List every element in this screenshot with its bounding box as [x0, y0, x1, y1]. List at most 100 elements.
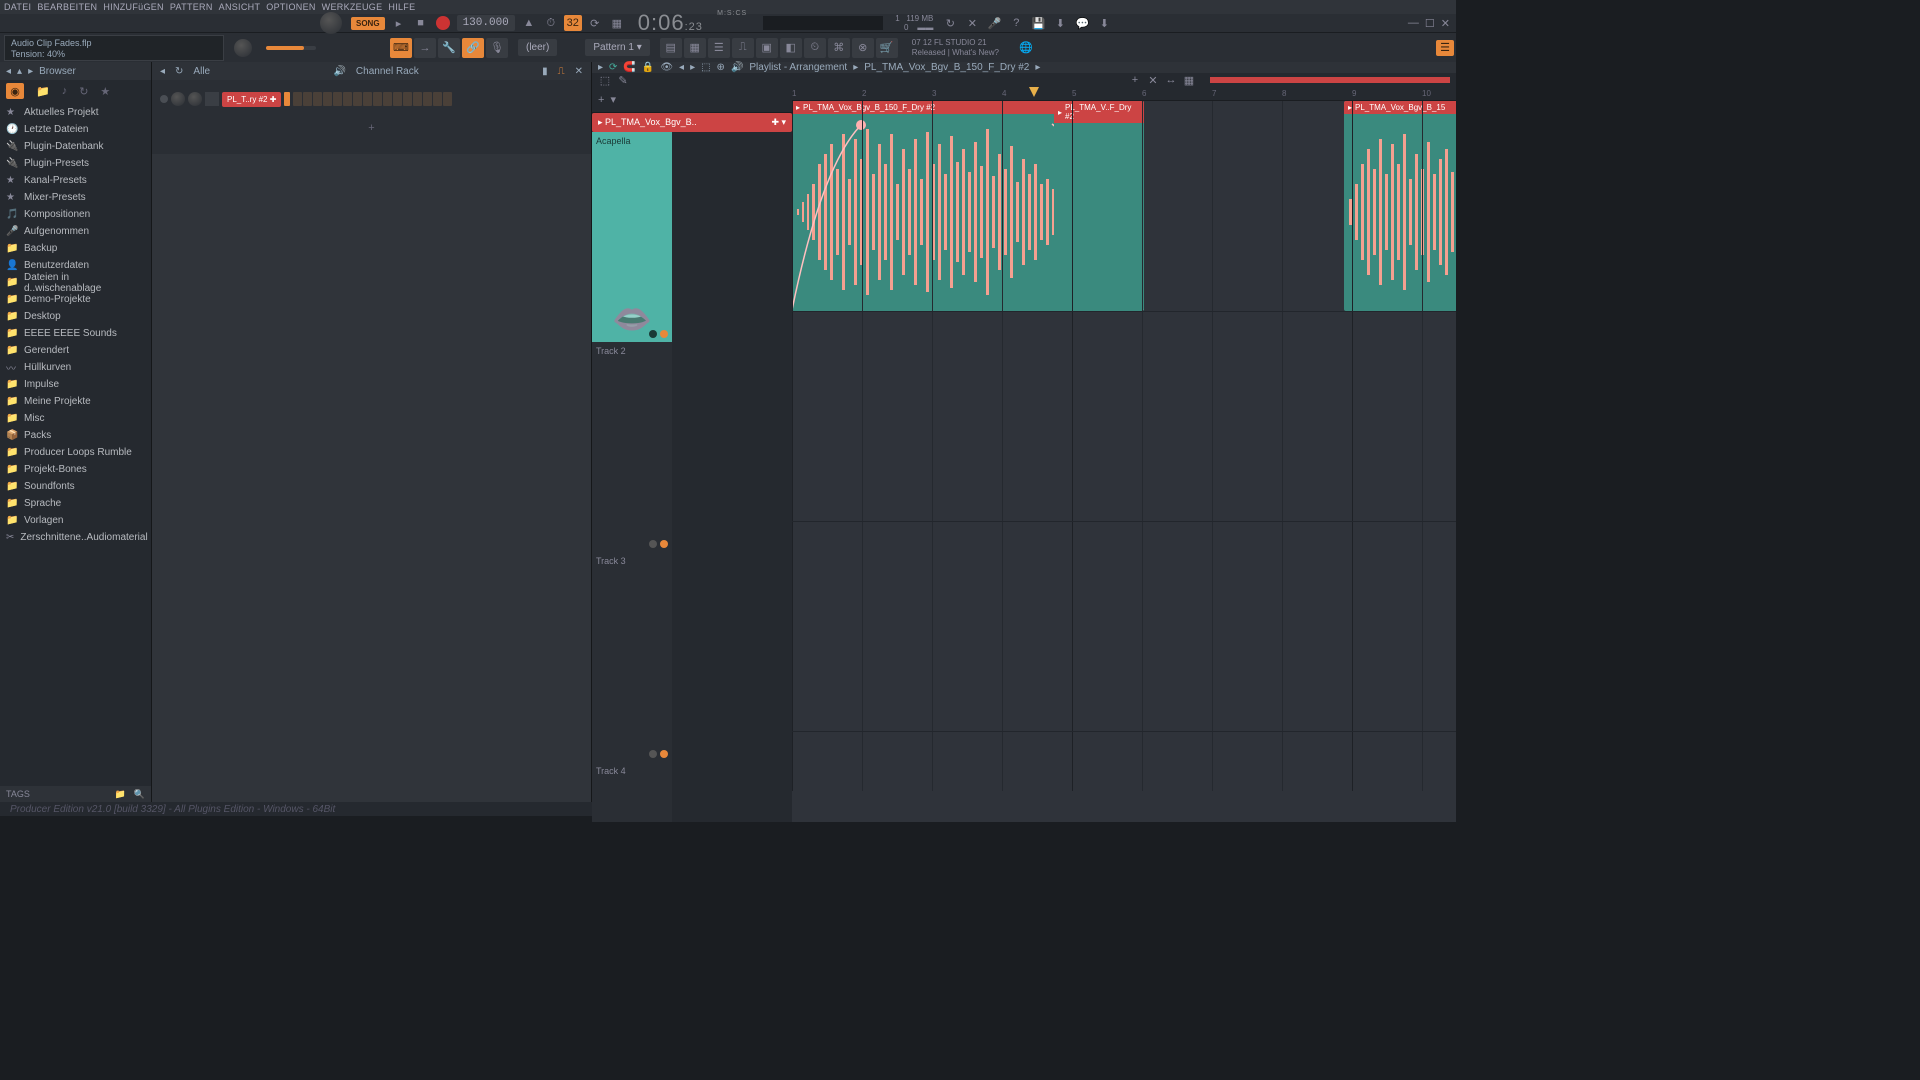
clip-source-picker[interactable]: ▸ PL_TMA_Vox_Bgv_B..✚ ▾	[592, 113, 792, 132]
browser-tab-refresh-icon[interactable]: ↻	[79, 85, 88, 98]
track-3-solo[interactable]	[660, 750, 668, 758]
maximize-button[interactable]: ☐	[1425, 17, 1435, 30]
ruler-bar-1[interactable]: 1	[792, 89, 796, 98]
step-6[interactable]	[353, 92, 362, 106]
ruler-bar-6[interactable]: 6	[1142, 89, 1146, 98]
help-icon[interactable]: ?	[1007, 15, 1025, 31]
audio-clip-2[interactable]: ▸PL_TMA_V..F_Dry #2	[1054, 101, 1144, 311]
snap-value[interactable]: 32	[564, 15, 582, 31]
pl-fwd-icon[interactable]: ▸	[690, 62, 695, 73]
cr-fwd-icon[interactable]: ↻	[175, 66, 183, 77]
track-3-name[interactable]: Track 3	[596, 556, 626, 566]
pl-sync-icon[interactable]: ⟳	[609, 62, 617, 73]
browser-item-15[interactable]: 〰Hüllkurven	[0, 359, 151, 376]
stop-button[interactable]: ■	[412, 15, 430, 31]
pl-tool-stretch[interactable]: ↔	[1164, 73, 1178, 87]
browser-item-18[interactable]: 📁Misc	[0, 410, 151, 427]
audio-clip-3[interactable]: ▸PL_TMA_Vox_Bgv_B_15	[1344, 101, 1456, 311]
track-4-name[interactable]: Track 4	[596, 766, 626, 776]
view-playlist-icon[interactable]: ▤	[660, 38, 682, 58]
step-0[interactable]	[293, 92, 302, 106]
pl-tool-close[interactable]: ✕	[1146, 73, 1160, 87]
wrench-icon[interactable]: 🔧	[438, 38, 460, 58]
browser-tab-audio-icon[interactable]: ♪	[62, 85, 68, 97]
step-3[interactable]	[323, 92, 332, 106]
browser-search-icon[interactable]: 🔍	[134, 789, 145, 800]
tempo-display[interactable]: 130.000	[457, 15, 515, 31]
pl-select-icon[interactable]: ⬚	[701, 62, 710, 73]
menu-hamburger-icon[interactable]: ☰	[1436, 40, 1454, 56]
menu-werkzeuge[interactable]: WERKZEUGE	[322, 2, 383, 12]
volume-slider[interactable]	[266, 46, 316, 50]
view-piano-icon[interactable]: ▦	[684, 38, 706, 58]
step-14[interactable]	[433, 92, 442, 106]
pl-tool-grid[interactable]: ▦	[1182, 73, 1196, 87]
browser-item-23[interactable]: 📁Sprache	[0, 495, 151, 512]
pl-tool-add[interactable]: +	[1128, 73, 1142, 87]
view-plugin-icon[interactable]: ◧	[780, 38, 802, 58]
step-10[interactable]	[393, 92, 402, 106]
pl-speaker-icon[interactable]: 🔊	[731, 62, 743, 73]
mic2-icon[interactable]: 🎙	[486, 38, 508, 58]
browser-item-17[interactable]: 📁Meine Projekte	[0, 393, 151, 410]
cr-back-icon[interactable]: ◂	[160, 66, 165, 77]
browser-item-25[interactable]: ✂Zerschnittene..Audiomaterial	[0, 529, 151, 546]
pl-play-icon[interactable]: ▸	[598, 62, 603, 73]
browser-tree[interactable]: ★Aktuelles Projekt🕐Letzte Dateien🔌Plugin…	[0, 102, 151, 786]
view-mixer-icon[interactable]: ⎍	[732, 38, 754, 58]
browser-item-13[interactable]: 📁EEEE EEEE Sounds	[0, 325, 151, 342]
browser-folder-icon[interactable]: 📁	[115, 789, 126, 800]
metronome-icon[interactable]: ▲	[520, 15, 538, 31]
browser-fwd-icon[interactable]: ▸	[28, 66, 33, 77]
pl-crumb[interactable]: PL_TMA_Vox_Bgv_B_150_F_Dry #2	[864, 62, 1029, 73]
view-script-icon[interactable]: ⌘	[828, 38, 850, 58]
track-header-2[interactable]: Track 2	[592, 342, 672, 552]
minimize-button[interactable]: —	[1408, 17, 1419, 30]
loop-region[interactable]	[1210, 77, 1450, 83]
track-3-mute[interactable]	[649, 750, 657, 758]
channel-mute[interactable]	[160, 95, 168, 103]
step-15[interactable]	[443, 92, 452, 106]
browser-item-6[interactable]: 🎵Kompositionen	[0, 206, 151, 223]
track-2-mute[interactable]	[649, 540, 657, 548]
view-browser-icon[interactable]: ▣	[756, 38, 778, 58]
ruler-bar-7[interactable]: 7	[1212, 89, 1216, 98]
step-sequencer[interactable]	[293, 92, 452, 106]
countdown-icon[interactable]: ⏱	[542, 15, 560, 31]
browser-item-2[interactable]: 🔌Plugin-Datenbank	[0, 138, 151, 155]
browser-item-8[interactable]: 📁Backup	[0, 240, 151, 257]
track-header-3[interactable]: Track 3	[592, 552, 672, 762]
menu-ansicht[interactable]: ANSICHT	[219, 2, 261, 12]
browser-tab-all[interactable]: ◉	[6, 83, 24, 99]
ruler-bar-2[interactable]: 2	[862, 89, 866, 98]
cr-close-icon[interactable]: ✕	[575, 66, 583, 77]
browser-item-22[interactable]: 📁Soundfonts	[0, 478, 151, 495]
volume-knob[interactable]	[234, 39, 252, 57]
browser-tab-star-icon[interactable]: ★	[100, 85, 110, 98]
pl-magnet-icon[interactable]: 🧲	[623, 62, 635, 73]
close-all-icon[interactable]: ⊗	[852, 38, 874, 58]
ruler-bar-8[interactable]: 8	[1282, 89, 1286, 98]
browser-item-1[interactable]: 🕐Letzte Dateien	[0, 121, 151, 138]
channel-select[interactable]	[284, 92, 290, 106]
track-2-name[interactable]: Track 2	[596, 346, 626, 356]
ruler-bar-4[interactable]: 4	[1002, 89, 1006, 98]
playhead-marker[interactable]	[1029, 87, 1039, 97]
pl-lock-icon[interactable]: 🔒	[642, 62, 654, 73]
view-tempo-icon[interactable]: ⏲	[804, 38, 826, 58]
cr-speaker-icon[interactable]: 🔊	[333, 66, 345, 77]
pattern-group[interactable]: (leer)	[518, 39, 557, 56]
step-5[interactable]	[343, 92, 352, 106]
browser-tab-folder-icon[interactable]: 📁	[36, 85, 50, 98]
menu-hinzufuegen[interactable]: HINZUFüGEN	[103, 2, 164, 12]
browser-item-3[interactable]: 🔌Plugin-Presets	[0, 155, 151, 172]
browser-item-16[interactable]: 📁Impulse	[0, 376, 151, 393]
loop-icon[interactable]: ⟳	[586, 15, 604, 31]
channel-route[interactable]	[205, 92, 219, 106]
add-channel-button[interactable]: +	[160, 110, 583, 146]
undo-history-icon[interactable]: ↻	[941, 15, 959, 31]
step-11[interactable]	[403, 92, 412, 106]
step-13[interactable]	[423, 92, 432, 106]
ruler-bar-3[interactable]: 3	[932, 89, 936, 98]
close-button[interactable]: ✕	[1441, 17, 1450, 30]
